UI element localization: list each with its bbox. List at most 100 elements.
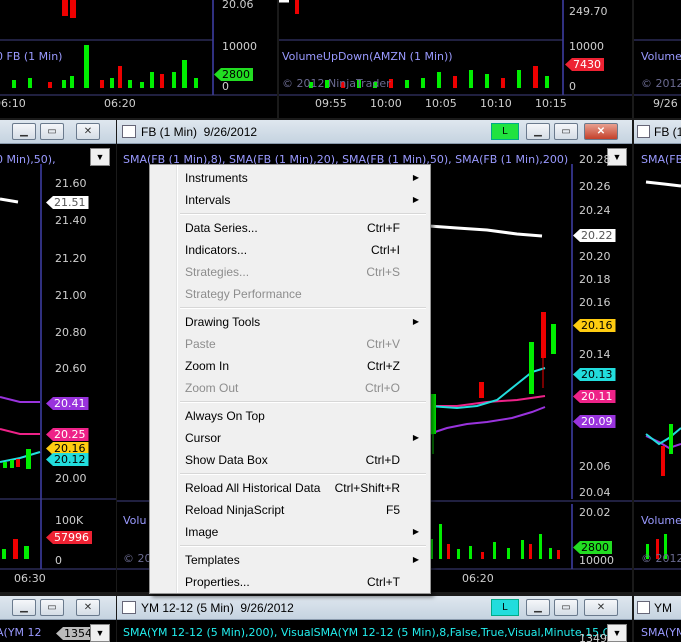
bottom-left-titlebar[interactable]: ▁ ▭ ✕ xyxy=(0,596,116,620)
bottom-indicator-label: SMA(YM 12-12 (5 Min),200), VisualSMA(YM … xyxy=(123,626,614,639)
link-button[interactable]: L xyxy=(491,599,519,616)
menu-separator xyxy=(180,545,426,547)
menu-item-label: Properties... xyxy=(185,575,250,589)
top-middle-time-label: 10:15 xyxy=(535,97,567,110)
menu-item-data-series[interactable]: Data Series... Ctrl+F xyxy=(152,217,428,239)
menu-item-reload-ninjascript[interactable]: Reload NinjaScript F5 xyxy=(152,499,428,521)
left-indicator-dropdown[interactable]: ▼ xyxy=(90,148,110,166)
left-window-titlebar[interactable]: ▁ ▭ ✕ xyxy=(0,120,116,144)
main-watermark: © 20 xyxy=(123,552,152,565)
menu-item-strategies[interactable]: Strategies... Ctrl+S xyxy=(152,261,428,283)
left-indicator-label: 0 Min),50), xyxy=(0,153,56,166)
bottom-indicator-dropdown[interactable]: ▼ xyxy=(607,624,627,642)
top-right-time-label: 9/26 xyxy=(653,97,678,110)
bottom-left-dropdown[interactable]: ▼ xyxy=(90,624,110,642)
bottom-window-title: YM 12-12 (5 Min) 9/26/2012 xyxy=(141,601,294,615)
submenu-arrow-icon: ▶ xyxy=(412,433,419,442)
menu-item-paste[interactable]: Paste Ctrl+V xyxy=(152,333,428,355)
bottom-right-indicator-label: SMA(YM xyxy=(641,626,681,639)
maximize-button[interactable]: ▭ xyxy=(554,123,578,140)
top-middle-axis-label: 10000 xyxy=(569,40,604,53)
bottom-window-titlebar[interactable]: YM 12-12 (5 Min) 9/26/2012 L ▁ ▭ ✕ xyxy=(117,596,632,620)
submenu-arrow-icon: ▶ xyxy=(412,317,419,326)
menu-separator xyxy=(180,401,426,403)
menu-item-label: Strategy Performance xyxy=(185,287,302,301)
menu-item-label: Always On Top xyxy=(185,409,265,423)
menu-item-always-on-top[interactable]: Always On Top xyxy=(152,405,428,427)
menu-item-indicators[interactable]: Indicators... Ctrl+I xyxy=(152,239,428,261)
submenu-arrow-icon: ▶ xyxy=(412,555,419,564)
left-axis-label: 20.80 xyxy=(55,326,87,339)
top-right-series-label: Volume xyxy=(641,50,681,63)
top-middle-chart: 249.70 10000 0 VolumeUpDown(AMZN (1 Min)… xyxy=(279,0,632,118)
menu-item-templates[interactable]: Templates ▶ xyxy=(152,549,428,571)
submenu-arrow-icon: ▶ xyxy=(412,195,419,204)
left-time-label: 06:30 xyxy=(14,572,46,585)
menu-item-cursor[interactable]: Cursor ▶ xyxy=(152,427,428,449)
main-window-titlebar[interactable]: FB (1 Min) 9/26/2012 L ▁ ▭ ✕ xyxy=(117,120,632,144)
menu-item-shortcut: Ctrl+F xyxy=(367,221,400,235)
main-axis-label: 20.24 xyxy=(579,204,611,217)
menu-item-shortcut: Ctrl+I xyxy=(370,243,400,257)
menu-item-label: Strategies... xyxy=(185,265,250,279)
close-button[interactable]: ✕ xyxy=(584,123,618,140)
maximize-button[interactable]: ▭ xyxy=(40,123,64,140)
chart-context-menu: Instruments ▶ Intervals ▶ Data Series... Ct… xyxy=(149,164,431,594)
chart-window-icon xyxy=(122,125,136,138)
menu-item-label: Show Data Box xyxy=(185,453,268,467)
menu-item-intervals[interactable]: Intervals ▶ xyxy=(152,189,428,211)
menu-item-label: Data Series... xyxy=(185,221,258,235)
menu-item-shortcut: Ctrl+D xyxy=(365,453,400,467)
menu-item-properties[interactable]: Properties... Ctrl+T xyxy=(152,571,428,593)
menu-item-label: Indicators... xyxy=(185,243,248,257)
bottom-right-title: YM xyxy=(654,601,672,615)
right-watermark: © 2012 N xyxy=(641,552,681,565)
menu-item-show-data-box[interactable]: Show Data Box Ctrl+D xyxy=(152,449,428,471)
top-middle-time-label: 09:55 xyxy=(315,97,347,110)
main-window-title: FB (1 Min) 9/26/2012 xyxy=(141,125,258,139)
menu-item-reload-historical-data[interactable]: Reload All Historical Data Ctrl+Shift+R xyxy=(152,477,428,499)
top-right-watermark: © 2012 xyxy=(641,77,681,90)
top-middle-time-label: 10:05 xyxy=(425,97,457,110)
left-axis-label: 20.60 xyxy=(55,362,87,375)
menu-item-shortcut: Ctrl+Z xyxy=(367,359,400,373)
minimize-button[interactable]: ▁ xyxy=(12,599,36,616)
close-button[interactable]: ✕ xyxy=(584,599,618,616)
top-left-volume-tag: 2800 xyxy=(214,68,253,81)
menu-item-shortcut: F5 xyxy=(385,503,400,517)
maximize-button[interactable]: ▭ xyxy=(554,599,578,616)
menu-item-label: Reload All Historical Data xyxy=(185,481,321,495)
menu-item-instruments[interactable]: Instruments ▶ xyxy=(152,167,428,189)
link-button[interactable]: L xyxy=(491,123,519,140)
bottom-right-titlebar[interactable]: YM xyxy=(634,596,681,620)
main-axis-label: 20.18 xyxy=(579,273,611,286)
left-axis-label: 21.40 xyxy=(55,214,87,227)
close-button[interactable]: ✕ xyxy=(76,599,100,616)
submenu-arrow-icon: ▶ xyxy=(412,527,419,536)
menu-item-label: Reload NinjaScript xyxy=(185,503,285,517)
maximize-button[interactable]: ▭ xyxy=(40,599,64,616)
bottom-window-chart: SMA(YM 12-12 (5 Min),200), VisualSMA(YM … xyxy=(117,620,632,642)
top-middle-axis-label: 249.70 xyxy=(569,5,608,18)
menu-item-zoom-out[interactable]: Zoom Out Ctrl+O xyxy=(152,377,428,399)
menu-item-shortcut: Ctrl+O xyxy=(364,381,400,395)
left-axis-label: 21.60 xyxy=(55,177,87,190)
main-axis-label: 20.16 xyxy=(579,296,611,309)
menu-item-label: Instruments xyxy=(185,171,248,185)
main-axis-label: 20.14 xyxy=(579,348,611,361)
main-axis-label: 10000 xyxy=(579,554,614,567)
menu-item-strategy-performance[interactable]: Strategy Performance xyxy=(152,283,428,305)
menu-item-drawing-tools[interactable]: Drawing Tools ▶ xyxy=(152,311,428,333)
minimize-button[interactable]: ▁ xyxy=(12,123,36,140)
menu-item-image[interactable]: Image ▶ xyxy=(152,521,428,543)
menu-item-label: Zoom Out xyxy=(185,381,239,395)
minimize-button[interactable]: ▁ xyxy=(526,599,550,616)
close-button[interactable]: ✕ xyxy=(76,123,100,140)
menu-item-zoom-in[interactable]: Zoom In Ctrl+Z xyxy=(152,355,428,377)
chart-window-icon xyxy=(637,125,650,138)
main-white-tag: 20.22 xyxy=(573,229,616,242)
menu-separator xyxy=(180,307,426,309)
right-window-titlebar[interactable]: FB (1 Min xyxy=(634,120,681,144)
minimize-button[interactable]: ▁ xyxy=(526,123,550,140)
menu-item-label: Intervals xyxy=(185,193,231,207)
